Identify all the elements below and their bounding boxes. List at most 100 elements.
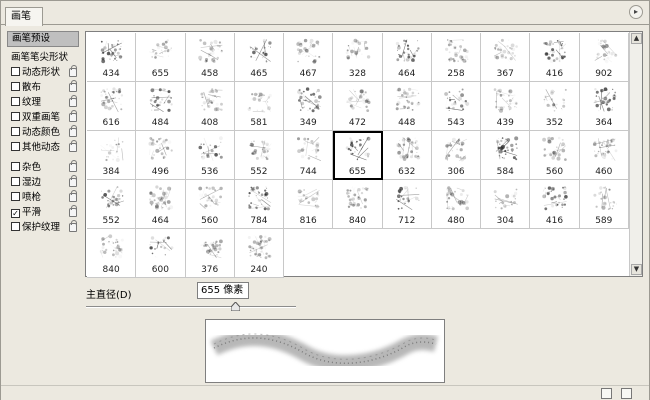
brush-preset-cell[interactable]: 589 xyxy=(579,180,629,229)
brush-presets-item[interactable]: 画笔预设 xyxy=(7,31,79,47)
delete-preset-icon[interactable] xyxy=(621,388,632,399)
brush-preset-cell[interactable]: 712 xyxy=(382,180,432,229)
brush-preset-cell[interactable]: 439 xyxy=(481,82,531,131)
brush-preset-cell[interactable]: 304 xyxy=(481,180,531,229)
brush-preset-cell[interactable]: 240 xyxy=(234,229,285,278)
brush-preset-cell[interactable]: 458 xyxy=(185,33,235,82)
brush-preset-cell[interactable]: 543 xyxy=(431,82,482,131)
brush-option-item[interactable]: 其他动态 xyxy=(7,140,79,155)
master-diameter-label: 主直径(D) xyxy=(86,290,132,301)
brush-preset-cell[interactable]: 840 xyxy=(333,180,383,229)
scroll-up-icon[interactable]: ▲ xyxy=(631,33,642,44)
brush-preset-cell[interactable]: 552 xyxy=(234,131,285,180)
lock-icon[interactable] xyxy=(69,65,77,77)
brush-preset-cell[interactable]: 840 xyxy=(87,229,137,278)
master-diameter-field[interactable]: 655 像素 xyxy=(197,282,249,299)
brush-option-item[interactable]: 杂色 xyxy=(7,160,79,175)
lock-icon[interactable] xyxy=(69,175,77,187)
lock-icon[interactable] xyxy=(69,95,77,107)
new-preset-icon[interactable] xyxy=(601,388,612,399)
option-checkbox[interactable] xyxy=(11,97,20,106)
brush-preset-cell[interactable]: 600 xyxy=(136,229,186,278)
brush-preset-cell[interactable]: 467 xyxy=(284,33,334,82)
brush-preset-cell[interactable]: 560 xyxy=(185,180,235,229)
option-checkbox[interactable] xyxy=(11,112,20,121)
brush-size-label: 416 xyxy=(545,216,564,226)
lock-icon[interactable] xyxy=(69,205,77,217)
lock-icon[interactable] xyxy=(69,160,77,172)
lock-icon[interactable] xyxy=(69,190,77,202)
brush-preset-cell[interactable]: 416 xyxy=(530,33,580,82)
brush-preset-cell[interactable]: 448 xyxy=(382,82,432,131)
brush-preset-cell[interactable]: 367 xyxy=(481,33,531,82)
brush-preset-cell[interactable]: 480 xyxy=(431,180,482,229)
brush-option-item[interactable]: 纹理 xyxy=(7,95,79,110)
brush-preset-cell[interactable]: 352 xyxy=(530,82,580,131)
brush-preset-cell[interactable]: 484 xyxy=(136,82,186,131)
brush-preset-cell[interactable]: 584 xyxy=(481,131,531,180)
brush-preset-cell[interactable]: 306 xyxy=(431,131,482,180)
brush-preset-cell[interactable]: 464 xyxy=(136,180,186,229)
lock-icon[interactable] xyxy=(69,110,77,122)
brush-preset-cell[interactable]: 465 xyxy=(234,33,285,82)
brush-preset-cell[interactable]: 496 xyxy=(136,131,186,180)
diameter-slider-track[interactable] xyxy=(86,306,296,308)
brush-preset-cell[interactable]: 616 xyxy=(87,82,137,131)
lock-icon[interactable] xyxy=(69,125,77,137)
panel-menu-icon[interactable]: ▸ xyxy=(629,5,643,19)
brush-preset-cell[interactable]: 560 xyxy=(530,131,580,180)
brush-preset-cell[interactable]: 744 xyxy=(284,131,334,180)
brush-option-item[interactable]: 双重画笔 xyxy=(7,110,79,125)
brush-preset-cell[interactable]: 328 xyxy=(333,33,383,82)
brush-preset-cell[interactable]: 902 xyxy=(579,33,629,82)
brush-preset-cell[interactable]: 552 xyxy=(87,180,137,229)
brush-preset-cell[interactable]: 364 xyxy=(579,82,629,131)
tab-brushes[interactable]: 画笔 xyxy=(5,7,43,26)
brush-preset-cell[interactable]: 655 xyxy=(333,131,383,180)
brush-tip-icon xyxy=(297,87,322,113)
option-checkbox[interactable] xyxy=(11,142,20,151)
brush-preset-cell[interactable]: 408 xyxy=(185,82,235,131)
lock-icon[interactable] xyxy=(69,80,77,92)
brush-preset-cell[interactable]: 472 xyxy=(333,82,383,131)
brush-preset-cell[interactable]: 464 xyxy=(382,33,432,82)
option-checkbox[interactable] xyxy=(11,192,20,201)
brush-preset-cell[interactable]: 349 xyxy=(284,82,334,131)
lock-icon[interactable] xyxy=(69,140,77,152)
brush-option-item[interactable]: 动态颜色 xyxy=(7,125,79,140)
brush-preset-cell[interactable]: 784 xyxy=(234,180,285,229)
brush-preset-cell[interactable]: 536 xyxy=(185,131,235,180)
brush-preset-cell[interactable]: 655 xyxy=(136,33,186,82)
brush-tip-icon xyxy=(395,39,420,62)
option-checkbox[interactable] xyxy=(11,177,20,186)
brush-option-item[interactable]: 散布 xyxy=(7,80,79,95)
lock-icon[interactable] xyxy=(69,220,77,232)
option-checkbox[interactable] xyxy=(11,82,20,91)
brush-tip-shape-item[interactable]: 画笔笔尖形状 xyxy=(7,50,79,65)
vertical-scrollbar[interactable]: ▲ ▼ xyxy=(629,32,642,276)
brush-preset-cell[interactable]: 434 xyxy=(87,33,137,82)
brush-tip-icon xyxy=(445,186,469,211)
scroll-down-icon[interactable]: ▼ xyxy=(631,264,642,275)
brush-preset-cell[interactable]: 258 xyxy=(431,33,482,82)
brush-preset-cell[interactable]: 416 xyxy=(530,180,580,229)
option-checkbox[interactable]: ✓ xyxy=(11,209,20,218)
brush-preset-cell[interactable]: 581 xyxy=(234,82,285,131)
option-checkbox[interactable] xyxy=(11,127,20,136)
brush-preset-cell[interactable]: 376 xyxy=(185,229,235,278)
brush-tip-icon xyxy=(444,137,467,162)
brush-option-item[interactable]: 动态形状 xyxy=(7,65,79,80)
brush-option-item[interactable]: 湿边 xyxy=(7,175,79,190)
brush-preset-cell[interactable]: 816 xyxy=(284,180,334,229)
brush-option-item[interactable]: 喷枪 xyxy=(7,190,79,205)
diameter-slider-thumb[interactable] xyxy=(230,302,240,311)
brush-option-item[interactable]: ✓ 平滑 xyxy=(7,205,79,220)
option-checkbox[interactable] xyxy=(11,162,20,171)
brush-preset-cell[interactable]: 460 xyxy=(579,131,629,180)
option-checkbox[interactable] xyxy=(11,222,20,231)
brush-option-item[interactable]: 保护纹理 xyxy=(7,220,79,235)
brush-preset-cell[interactable]: 384 xyxy=(87,131,137,180)
brush-size-label: 367 xyxy=(496,69,514,79)
brush-preset-cell[interactable]: 632 xyxy=(382,131,432,180)
option-checkbox[interactable] xyxy=(11,67,20,76)
